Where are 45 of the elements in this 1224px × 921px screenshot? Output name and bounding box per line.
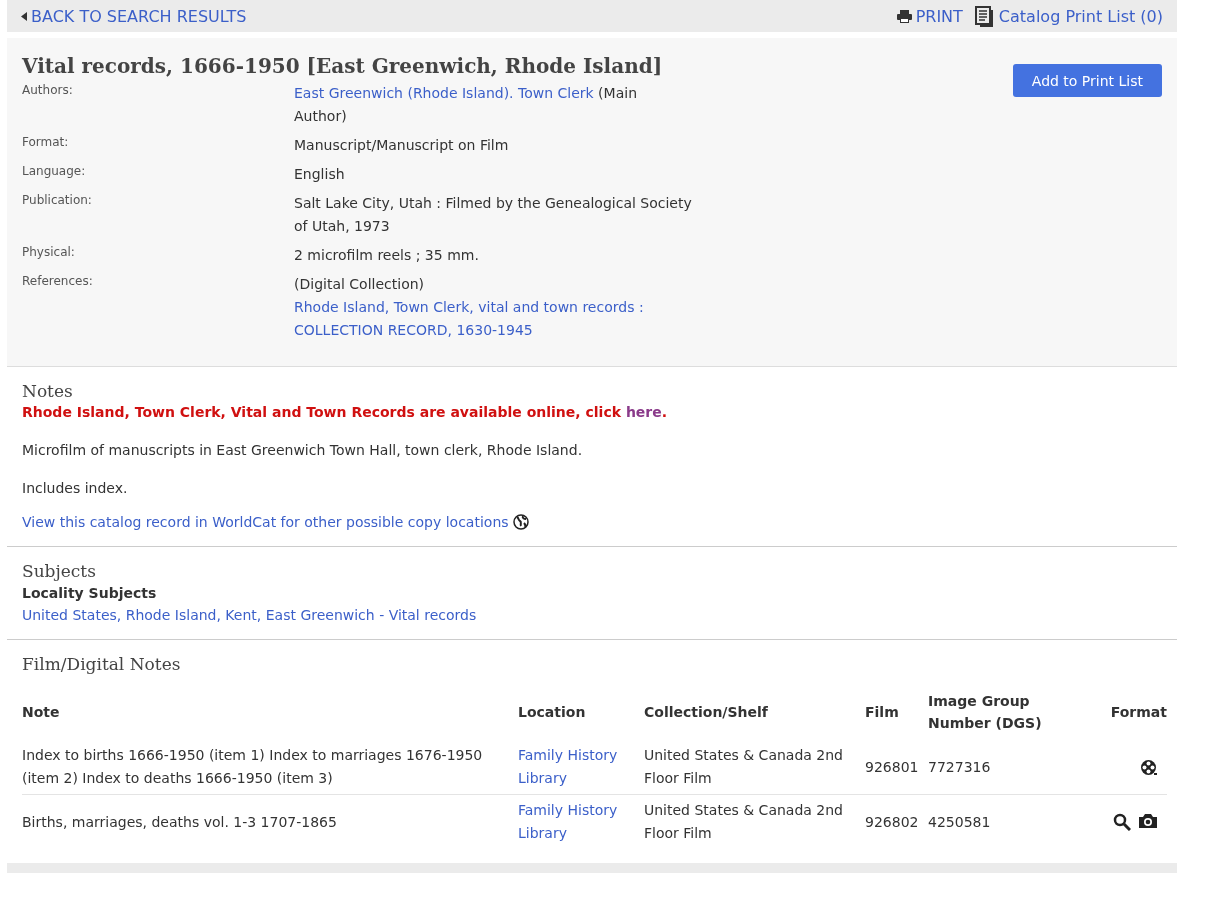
column-header: Film — [865, 703, 900, 722]
column-header: Collection/Shelf — [644, 703, 769, 722]
field-value: English — [294, 165, 346, 184]
column-header: Image Group Number (DGS) — [928, 692, 1043, 733]
section-heading: Film/Digital Notes — [22, 654, 182, 674]
field-label: References: — [22, 273, 94, 290]
field-label: Language: — [22, 163, 87, 180]
field-label: Format: — [22, 134, 70, 151]
column-header: Note — [22, 703, 61, 722]
location-link[interactable]: Family History Library — [518, 799, 644, 845]
link[interactable]: Rhode Island, Town Clerk, vital and town records : COLLECTION RECORD, 1630-1945 — [294, 296, 694, 342]
field-label: Physical: — [22, 244, 76, 261]
link[interactable]: here — [625, 404, 662, 420]
record-title: Vital records, 1666-1950 [East Greenwich, Rhode Island] — [22, 54, 664, 78]
add-to-print-list-button[interactable]: Add to Print List — [1012, 64, 1162, 97]
field-value: Salt Lake City, Utah : Filmed by the Genealogical Society of Utah, 1973 — [294, 194, 693, 236]
back-link[interactable]: BACK TO SEARCH RESULTS — [21, 6, 247, 26]
field-value: Manuscript/Manuscript on Film — [294, 136, 510, 155]
table-cell: 926801 — [865, 740, 928, 795]
print-link[interactable]: PRINT — [896, 6, 963, 26]
table-cell: 4250581 — [928, 794, 1078, 849]
location-link[interactable]: Family History Library — [518, 744, 644, 790]
alert-text: Rhode Island, Town Clerk, Vital and Town Records are available online, click here. — [22, 404, 669, 420]
link[interactable]: East Greenwich (Rhode Island). Town Clerk — [294, 85, 594, 101]
worldcat-link[interactable]: View this catalog record in WorldCat for other possible copy locations — [22, 514, 509, 530]
section-heading: Subjects — [22, 561, 97, 581]
field-label: Publication: — [22, 192, 93, 209]
column-header: Location — [518, 684, 644, 740]
note-text: Includes index. — [22, 480, 129, 496]
note-text: Microfilm of manuscripts in East Greenwich Town Hall, town clerk, Rhode Island. — [22, 442, 584, 458]
table-cell: Births, marriages, deaths vol. 1-3 1707-1865 — [22, 794, 518, 849]
table-cell: United States & Canada 2nd Floor Film — [644, 794, 865, 849]
table-cell: 926802 — [865, 794, 928, 849]
field-value: 2 microfilm reels ; 35 mm. — [294, 246, 480, 265]
table-cell: 7727316 — [928, 740, 1078, 795]
column-header: Format — [1109, 703, 1167, 722]
field-label: Authors: — [22, 82, 74, 99]
field-value: (Digital Collection) Rhode Island, Town Clerk, vital and town records : COLLECTION RECORD, 1630-1945 — [294, 273, 694, 342]
section-heading: Notes — [22, 381, 74, 401]
field-value: East Greenwich (Rhode Island). Town Clerk (Main Author) — [294, 84, 638, 126]
print-list-link[interactable]: Catalog Print List (0) — [974, 5, 1163, 27]
subject-link[interactable]: United States, Rhode Island, Kent, East Greenwich - Vital records — [22, 607, 477, 623]
table-cell: Index to births 1666-1950 (item 1) Index to marriages 1676-1950 (item 2) Index to deaths 1666-1950 (item 3) — [22, 740, 518, 795]
subsection-heading: Locality Subjects — [22, 585, 158, 601]
table-cell: United States & Canada 2nd Floor Film — [644, 740, 865, 795]
